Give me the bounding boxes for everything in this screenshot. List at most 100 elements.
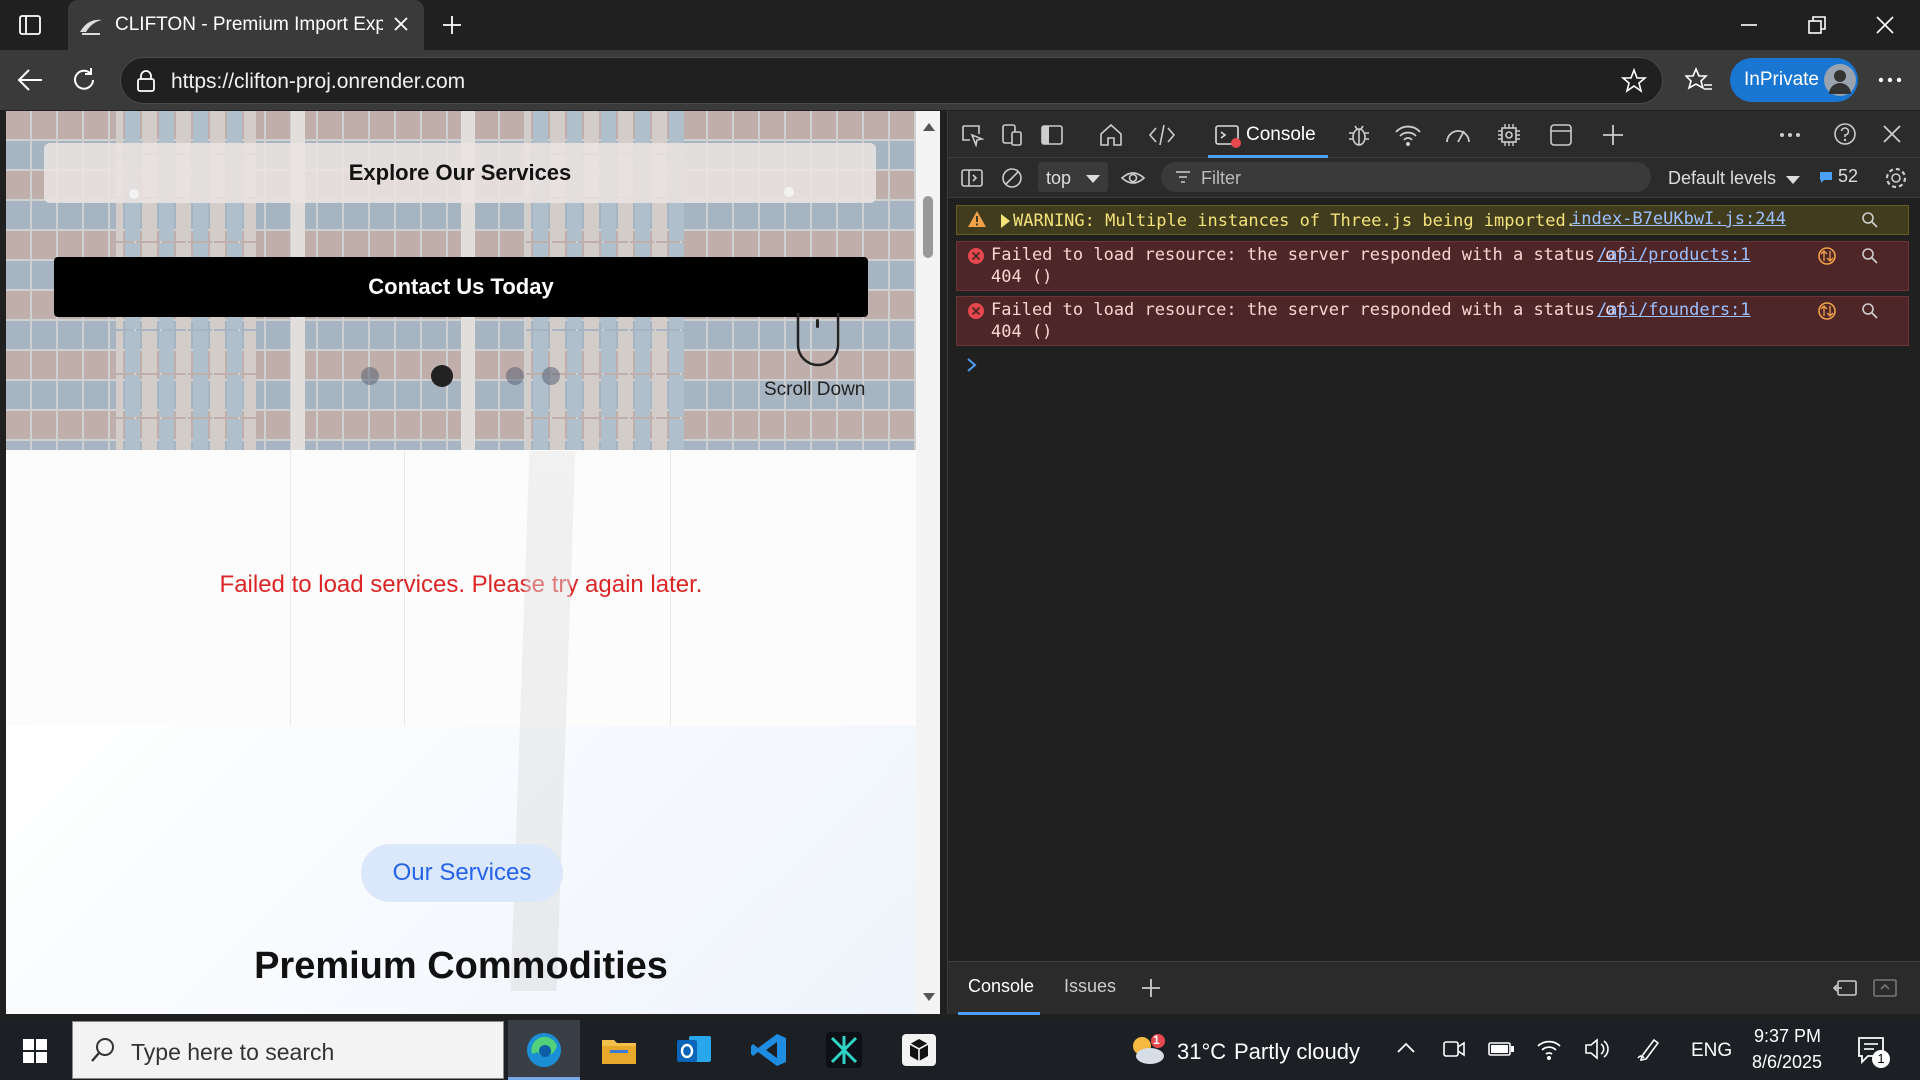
favorites-icon[interactable] bbox=[1685, 67, 1713, 93]
error-text-line2: 404 () bbox=[991, 267, 1053, 287]
message-bubble-icon bbox=[1820, 172, 1832, 183]
console-prompt-icon[interactable] bbox=[966, 357, 978, 373]
network-request-icon[interactable] bbox=[1817, 301, 1837, 321]
file-explorer-icon[interactable] bbox=[600, 1034, 638, 1066]
wifi-icon[interactable] bbox=[1535, 1036, 1563, 1062]
page-viewport: Explore Our Services Contact Us Today Sc… bbox=[6, 111, 940, 1014]
error-source-link[interactable]: /api/products:1 bbox=[1597, 244, 1751, 267]
console-error-message[interactable]: Failed to load resource: the server resp… bbox=[956, 296, 1909, 346]
search-icon[interactable] bbox=[1861, 302, 1879, 320]
tab-console[interactable]: Console bbox=[1208, 111, 1328, 158]
lock-icon[interactable] bbox=[135, 69, 157, 93]
language-indicator[interactable]: ENG bbox=[1691, 1040, 1732, 1062]
add-drawer-tab-icon[interactable] bbox=[1140, 977, 1162, 999]
console-warning-message[interactable]: WARNING: Multiple instances of Three.js … bbox=[956, 205, 1909, 235]
warning-source-link[interactable]: index-B7eUKbwI.js:244 bbox=[1571, 208, 1786, 231]
devtools-panel: Console top Filter Default levels 52 WAR… bbox=[947, 111, 1920, 1015]
refresh-icon[interactable] bbox=[70, 66, 98, 94]
decor-dot bbox=[784, 187, 794, 197]
carousel-dot-active[interactable] bbox=[431, 365, 453, 387]
memory-chip-icon[interactable] bbox=[1496, 122, 1522, 148]
volume-icon[interactable] bbox=[1583, 1036, 1611, 1062]
close-tab-icon[interactable] bbox=[392, 15, 410, 33]
inspect-element-icon[interactable] bbox=[960, 123, 984, 147]
page-scrollbar[interactable] bbox=[916, 111, 940, 1014]
vscode-icon[interactable] bbox=[750, 1032, 788, 1068]
more-menu-icon[interactable] bbox=[1877, 70, 1903, 90]
filter-input[interactable]: Filter bbox=[1161, 162, 1651, 192]
network-request-icon[interactable] bbox=[1817, 246, 1837, 266]
scrollbar-thumb[interactable] bbox=[923, 196, 933, 258]
app-teal-icon[interactable] bbox=[824, 1030, 864, 1070]
show-sidebar-icon[interactable] bbox=[960, 166, 984, 190]
dock-side-icon[interactable] bbox=[1040, 123, 1064, 147]
more-tools-plus-icon[interactable] bbox=[1600, 122, 1626, 148]
app-box-icon[interactable] bbox=[900, 1032, 938, 1068]
notification-center-icon[interactable]: 1 bbox=[1856, 1034, 1890, 1068]
notification-count-badge: 1 bbox=[1872, 1050, 1890, 1068]
clock-time[interactable]: 9:37 PM bbox=[1754, 1026, 1821, 1047]
weather-desc[interactable]: Partly cloudy bbox=[1234, 1039, 1360, 1065]
weather-cloud-icon[interactable]: 1 bbox=[1128, 1030, 1168, 1070]
close-devtools-icon[interactable] bbox=[1880, 122, 1904, 146]
search-icon[interactable] bbox=[1861, 211, 1879, 229]
application-icon[interactable] bbox=[1548, 122, 1574, 148]
carousel-dot[interactable] bbox=[542, 367, 560, 385]
performance-gauge-icon[interactable] bbox=[1444, 122, 1472, 148]
taskbar-search-box[interactable]: Type here to search bbox=[72, 1021, 504, 1079]
weather-temp[interactable]: 31°C bbox=[1177, 1039, 1226, 1065]
scroll-up-arrow-icon[interactable] bbox=[923, 123, 935, 131]
device-emulation-icon[interactable] bbox=[1000, 123, 1024, 147]
browser-toolbar: https://clifton-proj.onrender.com InPriv… bbox=[0, 50, 1920, 110]
inprivate-button[interactable]: InPrivate bbox=[1730, 58, 1858, 102]
console-error-message[interactable]: Failed to load resource: the server resp… bbox=[956, 241, 1909, 291]
taskbar-edge-app[interactable] bbox=[508, 1020, 580, 1080]
tab-actions-icon[interactable] bbox=[18, 13, 42, 37]
show-hidden-icons-chevron-icon[interactable] bbox=[1395, 1040, 1417, 1056]
carousel-dot[interactable] bbox=[361, 367, 379, 385]
close-window-icon[interactable] bbox=[1874, 14, 1896, 36]
search-icon[interactable] bbox=[1861, 247, 1879, 265]
favorite-star-icon[interactable] bbox=[1621, 68, 1647, 94]
devtools-drawer: Console Issues bbox=[948, 961, 1920, 1015]
url-text[interactable]: https://clifton-proj.onrender.com bbox=[171, 70, 465, 94]
meet-now-icon[interactable] bbox=[1441, 1036, 1467, 1062]
back-icon[interactable] bbox=[16, 67, 44, 93]
console-settings-gear-icon[interactable] bbox=[1883, 165, 1909, 191]
filter-icon bbox=[1175, 170, 1191, 184]
live-expression-eye-icon[interactable] bbox=[1120, 166, 1146, 190]
browser-tab-active[interactable]: CLIFTON - Premium Import Expor bbox=[68, 0, 424, 50]
address-bar[interactable]: https://clifton-proj.onrender.com bbox=[120, 57, 1663, 104]
customize-menu-icon[interactable] bbox=[1778, 125, 1802, 145]
drawer-tab-issues[interactable]: Issues bbox=[1056, 962, 1126, 1015]
sources-bug-icon[interactable] bbox=[1346, 122, 1372, 148]
context-select[interactable]: top bbox=[1038, 162, 1108, 192]
new-tab-icon[interactable] bbox=[440, 13, 464, 37]
tab-title: CLIFTON - Premium Import Expor bbox=[115, 14, 383, 35]
pen-ink-icon[interactable] bbox=[1636, 1036, 1662, 1062]
dock-drawer-icon[interactable] bbox=[1832, 977, 1858, 999]
error-text-line2: 404 () bbox=[991, 322, 1053, 342]
drawer-tab-console[interactable]: Console bbox=[958, 962, 1040, 1015]
scroll-down-arrow-icon[interactable] bbox=[923, 993, 935, 1001]
section-heading: Premium Commodities bbox=[254, 945, 668, 987]
outlook-icon[interactable] bbox=[675, 1032, 713, 1068]
restore-icon[interactable] bbox=[1806, 14, 1828, 36]
error-source-link[interactable]: /api/founders:1 bbox=[1597, 299, 1751, 322]
log-levels-dropdown[interactable]: Default levels bbox=[1668, 162, 1808, 192]
welcome-home-icon[interactable] bbox=[1098, 122, 1124, 148]
clear-console-icon[interactable] bbox=[1000, 166, 1024, 190]
elements-icon[interactable] bbox=[1148, 122, 1176, 148]
clock-date[interactable]: 8/6/2025 bbox=[1752, 1052, 1822, 1073]
network-wifi-icon[interactable] bbox=[1394, 122, 1422, 148]
help-icon[interactable] bbox=[1832, 121, 1858, 147]
contact-us-button[interactable]: Contact Us Today bbox=[54, 257, 868, 317]
battery-icon[interactable] bbox=[1487, 1038, 1515, 1060]
close-drawer-icon[interactable] bbox=[1872, 977, 1898, 999]
explore-services-button[interactable]: Explore Our Services bbox=[44, 143, 876, 203]
carousel-dot[interactable] bbox=[506, 367, 524, 385]
expand-arrow-icon[interactable] bbox=[1001, 214, 1010, 228]
windows-start-icon[interactable] bbox=[22, 1038, 48, 1064]
error-icon bbox=[967, 302, 985, 320]
minimize-icon[interactable] bbox=[1738, 14, 1760, 36]
